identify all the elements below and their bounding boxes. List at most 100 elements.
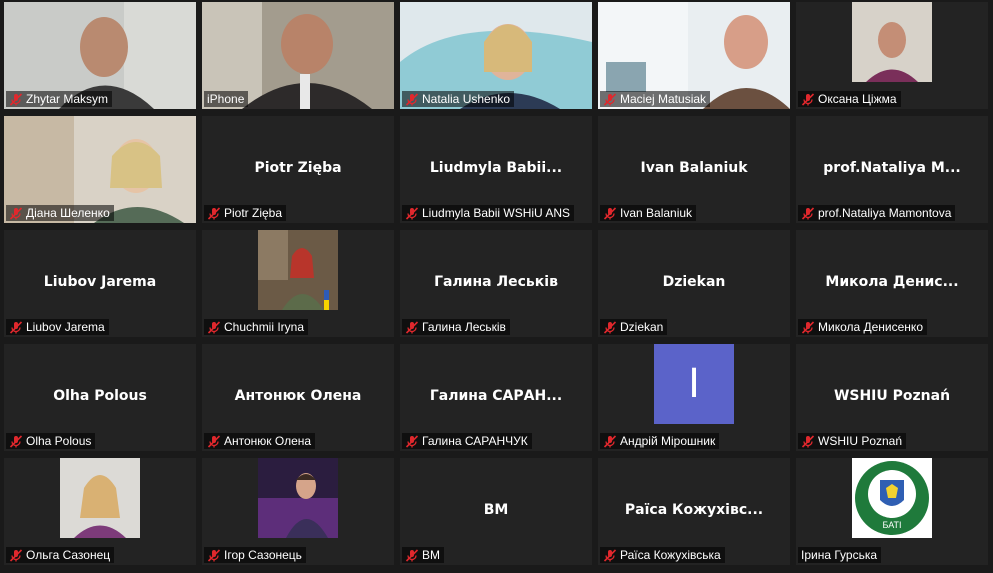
participant-display-name: prof.Nataliya M... xyxy=(823,160,961,176)
participant-tile[interactable]: Liubov Jarema Liubov Jarema xyxy=(4,230,196,337)
participant-avatar xyxy=(258,230,338,310)
participant-tile[interactable]: Раїса Кожухівс... Раїса Кожухівська xyxy=(598,458,790,565)
muted-mic-icon xyxy=(801,320,815,334)
participant-name-label: Piotr Zięba xyxy=(204,205,287,221)
participant-name: Раїса Кожухівська xyxy=(620,548,721,562)
participant-name: Діана Шеленко xyxy=(26,206,110,220)
participant-name-label: Антонюк Олена xyxy=(204,433,316,449)
muted-mic-icon xyxy=(405,92,419,106)
participant-tile[interactable]: Ігор Сазонець xyxy=(202,458,394,565)
participant-name: WSHIU Poznań xyxy=(818,434,903,448)
participant-avatar xyxy=(60,458,140,538)
muted-mic-icon xyxy=(207,320,221,334)
participant-tile[interactable]: Ольга Сазонец xyxy=(4,458,196,565)
participant-display-name: Piotr Zięba xyxy=(254,160,342,176)
participant-display-name: Liubov Jarema xyxy=(43,274,157,290)
participant-tile[interactable]: WSHIU Poznań WSHIU Poznań xyxy=(796,344,988,451)
muted-mic-icon xyxy=(603,548,617,562)
participant-display-name: Галина Леськів xyxy=(434,274,558,290)
participant-tile[interactable]: BM BM xyxy=(400,458,592,565)
participant-name-label: Olha Polous xyxy=(6,433,96,449)
muted-mic-icon xyxy=(9,206,23,220)
muted-mic-icon xyxy=(9,320,23,334)
participant-display-name: Dziekan xyxy=(662,274,726,290)
participant-tile[interactable]: Галина Леськів Галина Леськів xyxy=(400,230,592,337)
participant-name: Chuchmii Iryna xyxy=(224,320,305,334)
participant-name: Liubov Jarema xyxy=(26,320,105,334)
participant-name-label: iPhone xyxy=(204,91,249,107)
institution-logo: БАТІ xyxy=(852,458,932,538)
participant-tile[interactable]: prof.Nataliya M... prof.Nataliya Mamontov… xyxy=(796,116,988,223)
svg-text:БАТІ: БАТІ xyxy=(882,520,901,530)
participant-name: Оксана Ціжма xyxy=(818,92,897,106)
participant-name-label: WSHIU Poznań xyxy=(798,433,907,449)
participant-name-label: Ірина Гурська xyxy=(798,547,882,563)
participant-tile[interactable]: iPhone xyxy=(202,2,394,109)
participant-name-label: Діана Шеленко xyxy=(6,205,114,221)
participant-name-label: Галина Леськів xyxy=(402,319,510,335)
participant-name: Антонюк Олена xyxy=(224,434,312,448)
participant-name-label: Ivan Balaniuk xyxy=(600,205,697,221)
muted-mic-icon xyxy=(603,320,617,334)
participant-tile[interactable]: Chuchmii Iryna xyxy=(202,230,394,337)
participant-display-name: Антонюк Олена xyxy=(234,388,362,404)
participant-tile[interactable]: Dziekan Dziekan xyxy=(598,230,790,337)
participant-display-name: Liudmyla Babii... xyxy=(429,160,563,176)
muted-mic-icon xyxy=(405,206,419,220)
participant-tile[interactable]: Olha Polous Olha Polous xyxy=(4,344,196,451)
participant-name-label: Галина САРАНЧУК xyxy=(402,433,532,449)
participant-name: Zhytar Maksym xyxy=(26,92,109,106)
participant-name: Ольга Сазонец xyxy=(26,548,111,562)
participant-name: Piotr Zięba xyxy=(224,206,283,220)
participant-name: BM xyxy=(422,548,440,562)
participant-display-name: Раїса Кожухівс... xyxy=(624,502,764,518)
participant-name-label: Liudmyla Babii WSHiU ANS xyxy=(402,205,575,221)
participant-name: Natalia Ushenko xyxy=(422,92,511,106)
participant-name: Галина САРАНЧУК xyxy=(422,434,528,448)
participant-tile[interactable]: Liudmyla Babii... Liudmyla Babii WSHiU AN… xyxy=(400,116,592,223)
participant-name: Андрій Мірошник xyxy=(620,434,716,448)
muted-mic-icon xyxy=(207,548,221,562)
participant-tile[interactable]: Zhytar Maksym xyxy=(4,2,196,109)
participant-name-label: Maciej Matusiak xyxy=(600,91,711,107)
participant-initial-avatar: I xyxy=(654,344,734,424)
participant-tile[interactable]: Микола Денис... Микола Денисенко xyxy=(796,230,988,337)
muted-mic-icon xyxy=(207,206,221,220)
participant-tile[interactable]: Галина САРАН... Галина САРАНЧУК xyxy=(400,344,592,451)
participant-name: Галина Леськів xyxy=(422,320,506,334)
participant-avatar xyxy=(258,458,338,538)
participant-tile[interactable]: Ivan Balaniuk Ivan Balaniuk xyxy=(598,116,790,223)
participant-name: Ігор Сазонець xyxy=(224,548,302,562)
participant-display-name: BM xyxy=(483,502,509,518)
participant-name: Liudmyla Babii WSHiU ANS xyxy=(422,206,571,220)
participant-display-name: Галина САРАН... xyxy=(429,388,563,404)
participant-tile[interactable]: Антонюк Олена Антонюк Олена xyxy=(202,344,394,451)
participant-tile[interactable]: Maciej Matusiak xyxy=(598,2,790,109)
muted-mic-icon xyxy=(603,206,617,220)
muted-mic-icon xyxy=(603,92,617,106)
participant-display-name: Olha Polous xyxy=(53,388,147,404)
participant-name: Ivan Balaniuk xyxy=(620,206,693,220)
participant-tile[interactable]: Діана Шеленко xyxy=(4,116,196,223)
muted-mic-icon xyxy=(405,434,419,448)
participant-display-name: Микола Денис... xyxy=(825,274,959,290)
participant-tile[interactable]: БАТІ Ірина Гурська xyxy=(796,458,988,565)
participant-name-label: BM xyxy=(402,547,444,563)
participant-tile[interactable]: Natalia Ushenko xyxy=(400,2,592,109)
participant-name-label: Dziekan xyxy=(600,319,668,335)
participant-tile[interactable]: I Андрій Мірошник xyxy=(598,344,790,451)
participant-name: Микола Денисенко xyxy=(818,320,923,334)
participant-tile[interactable]: Оксана Ціжма xyxy=(796,2,988,109)
muted-mic-icon xyxy=(801,434,815,448)
participant-display-name: WSHIU Poznań xyxy=(833,388,951,404)
participant-name: prof.Nataliya Mamontova xyxy=(818,206,952,220)
muted-mic-icon xyxy=(405,320,419,334)
participant-name-label: prof.Nataliya Mamontova xyxy=(798,205,956,221)
participant-name-label: Chuchmii Iryna xyxy=(204,319,309,335)
participant-name: Ірина Гурська xyxy=(801,548,878,562)
muted-mic-icon xyxy=(603,434,617,448)
muted-mic-icon xyxy=(9,434,23,448)
participant-tile[interactable]: Piotr Zięba Piotr Zięba xyxy=(202,116,394,223)
muted-mic-icon xyxy=(801,92,815,106)
participant-name-label: Микола Денисенко xyxy=(798,319,927,335)
